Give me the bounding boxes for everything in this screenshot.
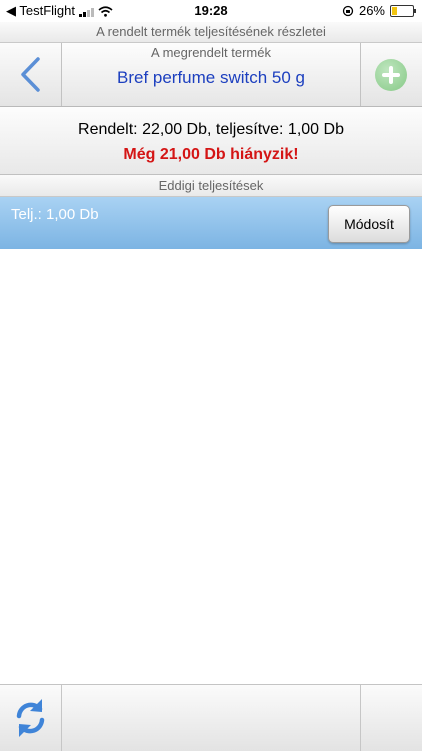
list-item[interactable]: Telj.: 1,00 Db Módosít	[0, 197, 422, 249]
status-right: 26%	[342, 3, 416, 18]
plus-circle-icon	[375, 59, 407, 91]
missing-quantity-text: Még 21,00 Db hiányzik!	[123, 146, 299, 163]
refresh-button[interactable]	[0, 685, 62, 751]
bottom-toolbar	[0, 684, 422, 751]
refresh-icon	[16, 699, 45, 737]
product-caption: A megrendelt termék	[151, 45, 271, 60]
section-header: Eddigi teljesítések	[0, 175, 422, 197]
product-row: A megrendelt termék Bref perfume switch …	[0, 43, 422, 107]
orientation-lock-icon	[342, 5, 354, 16]
modify-button[interactable]: Módosít	[328, 205, 410, 243]
back-button[interactable]	[0, 43, 62, 106]
toolbar-right-segment[interactable]	[361, 685, 422, 751]
fulfillment-quantity: Telj.: 1,00 Db	[11, 206, 99, 223]
add-button[interactable]	[360, 43, 422, 106]
battery-percent: 26%	[358, 3, 385, 18]
order-summary: Rendelt: 22,00 Db, teljesítve: 1,00 Db M…	[0, 107, 422, 175]
toolbar-middle-segment	[62, 685, 361, 751]
product-name: Bref perfume switch 50 g	[116, 68, 306, 87]
battery-icon	[390, 4, 416, 17]
ordered-fulfilled-text: Rendelt: 22,00 Db, teljesítve: 1,00 Db	[78, 121, 344, 138]
status-bar: ◀ TestFlight 19:28 26%	[0, 0, 422, 22]
page-title: A rendelt termék teljesítésének részlete…	[0, 22, 422, 43]
chevron-left-icon	[21, 57, 40, 92]
product-info: A megrendelt termék Bref perfume switch …	[62, 43, 360, 106]
